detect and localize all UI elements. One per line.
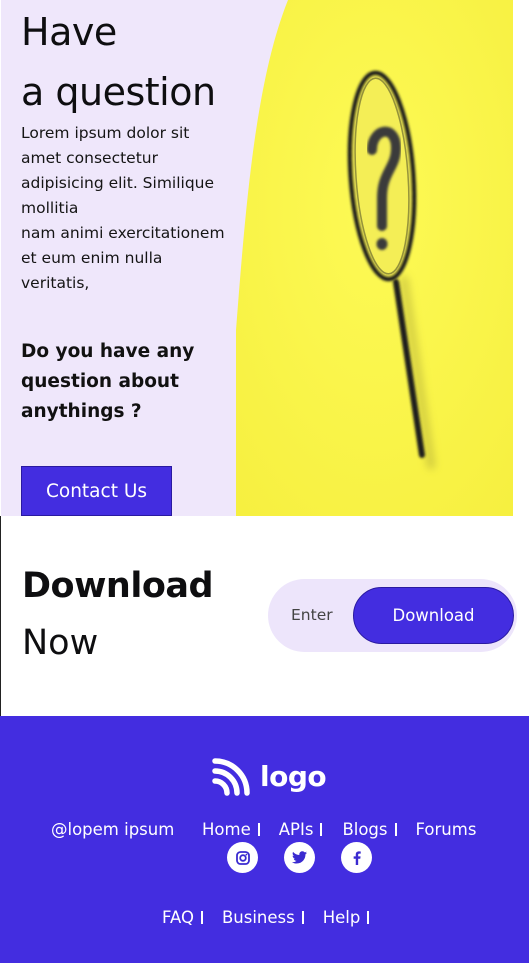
rss-icon xyxy=(212,757,250,796)
hero-section: Have a question Lorem ipsum dolor sit am… xyxy=(0,0,529,516)
footer-link-label: APIs xyxy=(278,820,314,839)
footer: logo @lopem ipsum Home APIs Blogs Forums xyxy=(0,716,529,963)
footer-nav-primary: Home APIs Blogs Forums xyxy=(202,820,476,839)
social-links xyxy=(227,842,372,873)
footer-link-label: Home xyxy=(202,820,251,839)
contact-us-button[interactable]: Contact Us xyxy=(21,466,172,516)
footer-nav-secondary: FAQ Business Help xyxy=(162,908,370,927)
footer-logo[interactable]: logo xyxy=(212,756,327,796)
footer-handle[interactable]: @lopem ipsum xyxy=(51,820,174,839)
hero-description-line: amet consectetur xyxy=(21,149,158,167)
nav-divider xyxy=(394,823,397,836)
download-title: Download xyxy=(22,566,214,606)
instagram-icon[interactable] xyxy=(227,842,258,873)
hero-title-line-1: Have xyxy=(21,10,117,54)
hero-description-line: adipisicing elit. Similique xyxy=(21,174,215,192)
hero-description-line: veritatis, xyxy=(21,274,90,292)
hero-description-line: nam animi exercitationem xyxy=(21,224,225,242)
download-subtitle: Now xyxy=(22,623,99,663)
footer-link-forums[interactable]: Forums xyxy=(416,820,477,839)
footer-link-help[interactable]: Help xyxy=(323,908,370,927)
hero-description: Lorem ipsum dolor sit amet consectetur a… xyxy=(21,121,241,296)
nav-divider xyxy=(200,911,203,924)
nav-divider xyxy=(320,823,323,836)
footer-link-blogs[interactable]: Blogs xyxy=(342,820,397,839)
footer-link-home[interactable]: Home xyxy=(202,820,260,839)
hero-question-line: anythings ? xyxy=(21,401,142,422)
nav-divider xyxy=(301,911,304,924)
hero-question-line: Do you have any xyxy=(21,341,195,362)
logo-text: logo xyxy=(260,759,327,793)
hero-title: Have a question xyxy=(21,2,251,122)
hero-description-line: Lorem ipsum dolor sit xyxy=(21,124,190,142)
nav-divider xyxy=(257,823,260,836)
footer-link-faq[interactable]: FAQ xyxy=(162,908,203,927)
hero-title-line-2: a question xyxy=(21,70,216,114)
footer-link-business[interactable]: Business xyxy=(222,908,304,927)
footer-link-apis[interactable]: APIs xyxy=(279,820,323,839)
facebook-icon[interactable] xyxy=(341,842,372,873)
footer-link-label: Help xyxy=(322,908,361,927)
magnifying-glass-question-icon xyxy=(236,0,513,516)
footer-link-label: Forums xyxy=(415,820,477,839)
nav-divider xyxy=(367,911,370,924)
footer-link-label: Business xyxy=(221,908,295,927)
download-email-input[interactable] xyxy=(291,603,333,627)
download-section: Download Now Download xyxy=(0,516,529,716)
hero-question: Do you have any question about anythings… xyxy=(21,337,221,427)
twitter-icon[interactable] xyxy=(284,842,315,873)
hero-question-line: question about xyxy=(21,371,179,392)
hero-description-line: et eum enim nulla xyxy=(21,249,163,267)
footer-link-label: Blogs xyxy=(342,820,388,839)
footer-link-label: FAQ xyxy=(162,908,194,927)
hero-description-line: mollitia xyxy=(21,199,79,217)
download-button[interactable]: Download xyxy=(353,587,514,644)
